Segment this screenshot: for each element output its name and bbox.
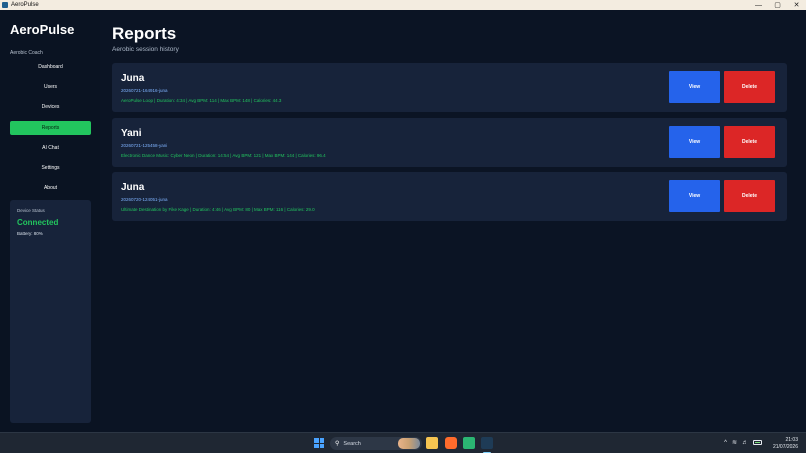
sidebar-item-users[interactable]: Users xyxy=(10,80,91,94)
device-status-value: Connected xyxy=(17,218,59,227)
battery-icon[interactable] xyxy=(753,440,762,445)
aeropulse-app-icon[interactable] xyxy=(481,437,493,449)
windows-start-button[interactable] xyxy=(314,438,324,448)
window-controls: — ▢ ✕ xyxy=(749,0,806,10)
view-report-button[interactable]: View xyxy=(669,125,720,158)
sidebar-item-ai-chat[interactable]: AI Chat xyxy=(10,141,91,155)
device-battery-level: Battery: 80% xyxy=(17,231,43,236)
report-user-name: Juna xyxy=(121,182,145,193)
reports-list: Juna 20260721-164916-juna AeroPulse Loop… xyxy=(112,63,787,227)
search-highlight-image xyxy=(398,438,420,449)
device-status-title: Device Status xyxy=(17,208,45,213)
taskbar-search-label: Search xyxy=(343,440,361,447)
report-card: Juna 20260720-124051-juna Ultimate Desti… xyxy=(112,172,787,221)
maximize-button[interactable]: ▢ xyxy=(768,0,787,10)
start-logo-tile xyxy=(319,443,324,448)
speaker-icon[interactable]: ♬ xyxy=(742,440,748,446)
chat-app-icon[interactable] xyxy=(463,437,475,449)
sidebar: AeroPulse Aerobic Coach Dashboard Users … xyxy=(0,10,100,432)
tray-overflow-chevron-icon[interactable]: ^ xyxy=(724,440,727,446)
report-id: 20260720-124051-juna xyxy=(121,197,168,202)
taskbar: ⚲ Search ^ ≋ ♬ 21:03 21/07/2026 xyxy=(0,432,806,453)
window-title-bar: AeroPulse — ▢ ✕ xyxy=(0,0,806,10)
sidebar-item-settings[interactable]: Settings xyxy=(10,161,91,175)
minimize-button[interactable]: — xyxy=(749,0,768,10)
device-status-card: Device Status Connected Battery: 80% xyxy=(10,200,91,423)
clock-time: 21:03 xyxy=(785,437,798,443)
report-summary: Ultimate Destination by Fike Kage | Dura… xyxy=(121,207,315,212)
brand-title: AeroPulse xyxy=(10,22,75,37)
delete-report-button[interactable]: Delete xyxy=(724,71,775,103)
taskbar-search-box[interactable]: ⚲ Search xyxy=(330,437,422,450)
sidebar-item-dashboard[interactable]: Dashboard xyxy=(10,60,91,74)
page-title: Reports xyxy=(112,24,177,43)
report-summary: Electronic Dance Music: Cyber Neon | Dur… xyxy=(121,152,326,158)
window-title: AeroPulse xyxy=(11,2,39,8)
start-logo-tile xyxy=(319,438,324,443)
taskbar-clock[interactable]: 21:03 21/07/2026 xyxy=(773,437,798,451)
wifi-icon[interactable]: ≋ xyxy=(732,439,737,446)
sidebar-item-devices[interactable]: Devices xyxy=(10,100,91,114)
sidebar-nav: Dashboard Users Devices Reports AI Chat … xyxy=(10,60,91,201)
search-icon: ⚲ xyxy=(335,441,340,447)
clock-date: 21/07/2026 xyxy=(772,444,798,450)
view-report-button[interactable]: View xyxy=(669,180,720,212)
report-user-name: Juna xyxy=(121,73,145,84)
report-id: 20260721-164916-juna xyxy=(121,88,168,93)
delete-report-button[interactable]: Delete xyxy=(724,125,775,158)
app-icon xyxy=(2,2,8,8)
sidebar-item-reports[interactable]: Reports xyxy=(10,120,91,135)
page-subtitle: Aerobic session history xyxy=(112,46,179,53)
start-logo-tile xyxy=(314,438,319,443)
report-card: Yani 20260721-125458-yani Electronic Dan… xyxy=(112,117,787,167)
sidebar-item-about[interactable]: About xyxy=(10,181,91,195)
report-card: Juna 20260721-164916-juna AeroPulse Loop… xyxy=(112,63,787,112)
file-explorer-icon[interactable] xyxy=(426,437,438,449)
system-tray: ^ ≋ ♬ xyxy=(724,439,762,446)
delete-report-button[interactable]: Delete xyxy=(724,180,775,212)
start-logo-tile xyxy=(314,443,319,448)
close-button[interactable]: ✕ xyxy=(787,0,806,10)
report-summary: AeroPulse Loop | Duration: 4:34 | Avg BP… xyxy=(121,98,282,103)
view-report-button[interactable]: View xyxy=(669,71,720,103)
report-user-name: Yani xyxy=(121,127,142,139)
report-id: 20260721-125458-yani xyxy=(121,142,168,148)
browser-icon[interactable] xyxy=(445,437,457,449)
brand-subtitle: Aerobic Coach xyxy=(10,50,43,56)
main-content: Reports Aerobic session history Juna 202… xyxy=(100,10,806,432)
